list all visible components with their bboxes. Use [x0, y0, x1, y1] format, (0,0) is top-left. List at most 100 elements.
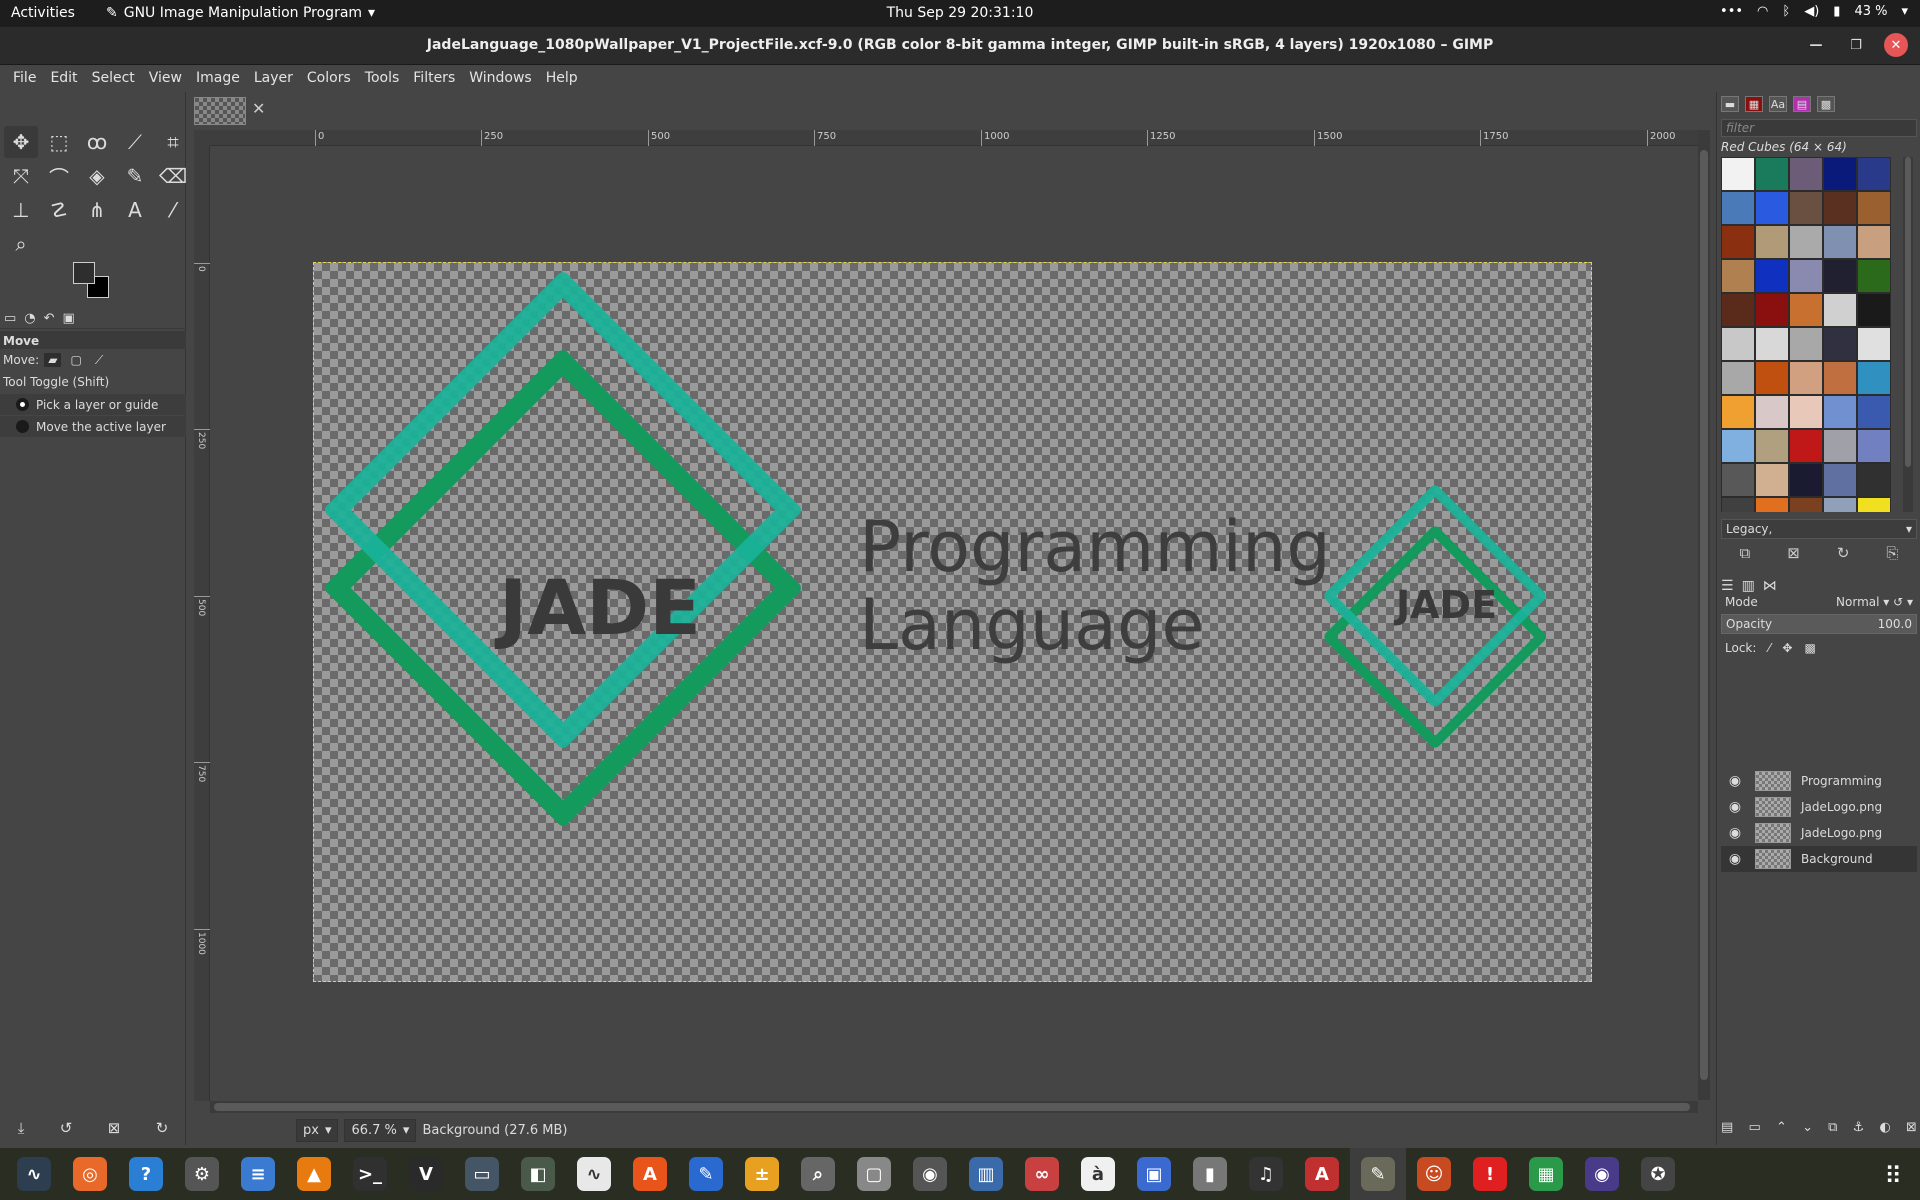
pattern-swatch[interactable] — [1857, 395, 1891, 429]
move-tool-icon[interactable]: ✥ — [4, 126, 38, 158]
vertical-ruler[interactable]: 0 250 500 750 1000 — [194, 146, 210, 1101]
pattern-swatch[interactable] — [1857, 293, 1891, 327]
pattern-filter-input[interactable]: filter — [1721, 119, 1917, 137]
dock-item[interactable]: ∿ — [566, 1148, 622, 1200]
lower-layer-icon[interactable]: ⌄ — [1802, 1120, 1813, 1135]
maximize-button[interactable]: ❐ — [1844, 33, 1868, 57]
pattern-swatch[interactable] — [1823, 157, 1857, 191]
horizontal-scrollbar[interactable] — [210, 1101, 1698, 1113]
move-selection-icon[interactable]: ▢ — [66, 353, 85, 367]
minimize-button[interactable]: — — [1804, 33, 1828, 57]
activities-button[interactable]: Activities — [11, 5, 75, 21]
menu-tools[interactable]: Tools — [358, 70, 407, 86]
dock-item[interactable]: ▥ — [958, 1148, 1014, 1200]
menu-image[interactable]: Image — [189, 70, 247, 86]
dock-item[interactable]: ? — [118, 1148, 174, 1200]
pattern-swatch[interactable] — [1823, 327, 1857, 361]
palettes-tab-icon[interactable]: ▩ — [1817, 96, 1835, 112]
dock-item[interactable]: ± — [734, 1148, 790, 1200]
pattern-swatch[interactable] — [1755, 497, 1789, 512]
ruler-corner[interactable] — [194, 130, 210, 146]
canvas-area[interactable]: JADE Programming Language JADE — [210, 147, 1698, 1101]
system-tray[interactable]: ••• ◠ ᛒ ◀) ▮ 43 % ▾ — [1720, 4, 1908, 19]
bucket-fill-tool-icon[interactable]: ◈ — [80, 160, 114, 192]
pattern-swatch[interactable] — [1721, 463, 1755, 497]
image-tab-thumbnail[interactable] — [194, 97, 246, 125]
dock-item[interactable]: ⌕ — [790, 1148, 846, 1200]
pattern-swatch[interactable] — [1823, 429, 1857, 463]
menu-edit[interactable]: Edit — [43, 70, 84, 86]
pattern-swatch[interactable] — [1721, 429, 1755, 463]
pattern-swatch[interactable] — [1721, 395, 1755, 429]
pattern-swatch[interactable] — [1755, 327, 1789, 361]
pattern-swatch[interactable] — [1721, 191, 1755, 225]
radio-dot[interactable] — [16, 420, 29, 433]
menu-select[interactable]: Select — [85, 70, 142, 86]
dock-item[interactable]: ◉ — [1574, 1148, 1630, 1200]
pattern-swatch[interactable] — [1857, 463, 1891, 497]
fuzzy-select-tool-icon[interactable]: ⟋ — [118, 126, 152, 158]
pattern-swatch[interactable] — [1789, 463, 1823, 497]
pattern-swatch[interactable] — [1721, 293, 1755, 327]
color-picker-tool-icon[interactable]: ⁄ — [156, 194, 190, 226]
pattern-swatch[interactable] — [1789, 361, 1823, 395]
unit-select[interactable]: px ▾ — [296, 1118, 339, 1142]
pattern-swatch[interactable] — [1789, 225, 1823, 259]
dock-item[interactable]: ☺ — [1406, 1148, 1462, 1200]
pattern-swatch[interactable] — [1755, 293, 1789, 327]
pattern-swatch[interactable] — [1789, 157, 1823, 191]
pattern-swatch[interactable] — [1721, 225, 1755, 259]
delete-layer-icon[interactable]: ⊠ — [1906, 1120, 1917, 1135]
new-layer-icon[interactable]: ▤ — [1721, 1120, 1733, 1135]
pattern-swatch[interactable] — [1857, 429, 1891, 463]
duplicate-icon[interactable]: ⧉ — [1740, 544, 1751, 562]
pattern-swatch[interactable] — [1823, 497, 1857, 512]
pattern-swatch[interactable] — [1721, 327, 1755, 361]
pattern-swatch[interactable] — [1789, 497, 1823, 512]
close-icon[interactable]: ✕ — [252, 99, 265, 118]
menu-file[interactable]: File — [6, 70, 43, 86]
dock-item[interactable]: ◎ — [62, 1148, 118, 1200]
pattern-swatch[interactable] — [1857, 327, 1891, 361]
pattern-scrollbar[interactable] — [1903, 157, 1913, 512]
pattern-swatch[interactable] — [1823, 191, 1857, 225]
eraser-tool-icon[interactable]: ⌫ — [156, 160, 190, 192]
zoom-select[interactable]: 66.7 % ▾ — [344, 1118, 417, 1142]
tag-combo[interactable]: Legacy, ▾ — [1721, 519, 1917, 539]
pattern-swatch[interactable] — [1755, 429, 1789, 463]
more-icon[interactable]: ••• — [1720, 4, 1743, 19]
delete-options-icon[interactable]: ⊠ — [108, 1119, 121, 1137]
pattern-swatch[interactable] — [1789, 191, 1823, 225]
dock-item[interactable]: A — [622, 1148, 678, 1200]
pattern-swatch[interactable] — [1823, 293, 1857, 327]
radio-move-active[interactable]: Move the active layer — [0, 416, 186, 437]
opacity-slider[interactable]: Opacity 100.0 — [1721, 614, 1917, 634]
pattern-swatch[interactable] — [1857, 157, 1891, 191]
mode-select[interactable]: Normal ▾ ↺ ▾ — [1836, 595, 1913, 609]
app-menu[interactable]: ✎ GNU Image Manipulation Program ▾ — [106, 5, 375, 21]
pattern-swatch[interactable] — [1789, 327, 1823, 361]
pattern-swatch[interactable] — [1857, 225, 1891, 259]
dock-item[interactable]: ! — [1462, 1148, 1518, 1200]
dock-item[interactable]: ∿ — [6, 1148, 62, 1200]
text-tool-icon[interactable]: A — [118, 194, 152, 226]
pattern-swatch[interactable] — [1755, 191, 1789, 225]
dock-item[interactable]: ◉ — [902, 1148, 958, 1200]
pattern-swatch[interactable] — [1755, 395, 1789, 429]
tool-options-tab-icon[interactable]: ▭ — [4, 311, 16, 326]
save-options-icon[interactable]: ⤓ — [18, 1119, 25, 1137]
layer-row[interactable]: ◉ Programming — [1721, 768, 1917, 794]
pattern-swatch[interactable] — [1721, 259, 1755, 293]
pattern-swatch[interactable] — [1721, 361, 1755, 395]
eye-icon[interactable]: ◉ — [1725, 825, 1745, 841]
pattern-swatch[interactable] — [1755, 225, 1789, 259]
close-button[interactable]: ✕ — [1884, 33, 1908, 57]
radio-pick-layer[interactable]: Pick a layer or guide — [0, 394, 186, 415]
menu-colors[interactable]: Colors — [300, 70, 358, 86]
pattern-swatch[interactable] — [1789, 293, 1823, 327]
vertical-scrollbar[interactable] — [1698, 130, 1710, 1100]
dock-item[interactable]: ✎ — [678, 1148, 734, 1200]
menu-layer[interactable]: Layer — [247, 70, 300, 86]
dock-item[interactable]: ▮ — [1182, 1148, 1238, 1200]
pattern-swatch[interactable] — [1823, 395, 1857, 429]
